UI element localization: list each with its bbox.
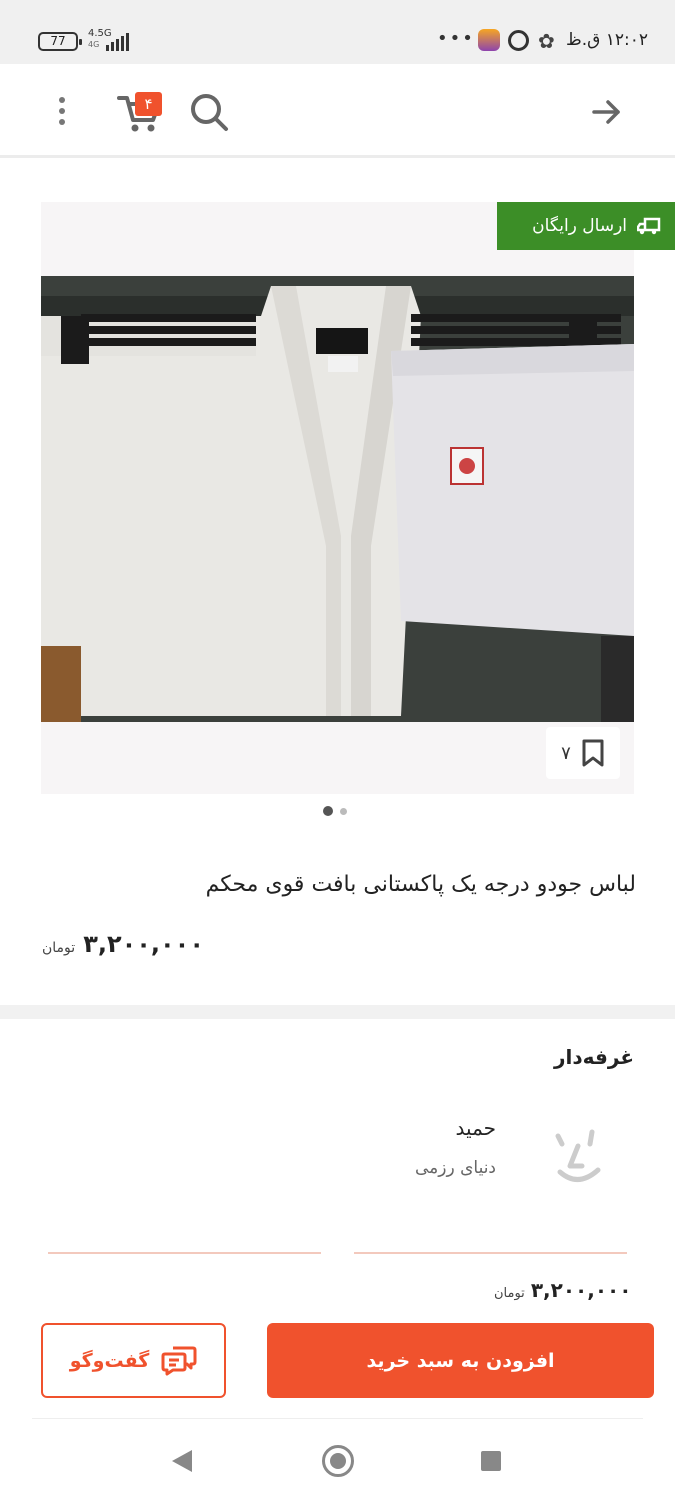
gallery-dot[interactable]	[340, 807, 347, 815]
price-currency: تومان	[42, 940, 76, 956]
nav-back-icon[interactable]	[172, 1450, 192, 1472]
nav-recents-icon[interactable]	[481, 1451, 501, 1471]
more-vert-icon[interactable]	[50, 94, 74, 130]
add-to-cart-label: افزودن به سبد خرید	[366, 1349, 555, 1372]
bookmark-icon	[582, 739, 604, 767]
product-image[interactable]	[41, 276, 634, 722]
status-bar: 77 4.5G 4G ••• ✿ ۱۲:۰۲ ق.ظ	[0, 0, 675, 64]
gallery-dot-active[interactable]	[323, 806, 333, 816]
bookmark-count: ۷	[561, 742, 571, 764]
tab-underline-left	[48, 1252, 321, 1254]
section-divider	[0, 1005, 675, 1019]
seller-avatar-icon[interactable]	[552, 1126, 604, 1188]
bottom-price: ۳,۲۰۰,۰۰۰ تومان	[494, 1278, 631, 1302]
app-bar	[0, 64, 675, 158]
tab-underline-right	[354, 1252, 627, 1254]
product-price: ۳,۲۰۰,۰۰۰ تومان	[42, 930, 204, 958]
bottom-divider	[32, 1418, 643, 1419]
seller-section-title: غرفه‌دار	[554, 1045, 634, 1069]
price-value: ۳,۲۰۰,۰۰۰	[83, 930, 204, 958]
add-to-cart-button[interactable]: افزودن به سبد خرید	[267, 1323, 654, 1398]
app-notification-icon	[478, 29, 500, 51]
chat-label: گفت‌وگو	[69, 1349, 150, 1372]
battery-level: 77	[50, 34, 66, 48]
free-shipping-label: ارسال رایگان	[532, 216, 627, 236]
product-gallery[interactable]	[41, 202, 634, 794]
chat-button[interactable]: گفت‌وگو	[41, 1323, 226, 1398]
seller-name[interactable]: حمید	[300, 1116, 496, 1140]
gallery-pagination	[323, 806, 347, 816]
seller-shop-name[interactable]: دنیای رزمی	[300, 1158, 496, 1178]
cart-count-badge: ۴	[135, 92, 162, 116]
product-title: لباس جودو درجه یک پاکستانی بافت قوی محکم	[205, 872, 636, 897]
sync-icon	[508, 30, 529, 51]
arrow-forward-icon[interactable]	[588, 94, 624, 130]
status-overflow: •••	[437, 28, 475, 49]
truck-icon	[637, 217, 661, 235]
bottom-price-value: ۳,۲۰۰,۰۰۰	[530, 1278, 632, 1302]
chat-icon	[161, 1346, 197, 1375]
flower-icon: ✿	[538, 29, 555, 53]
free-shipping-badge: ارسال رایگان	[497, 202, 675, 250]
nav-home-icon[interactable]	[322, 1445, 354, 1477]
search-icon[interactable]	[188, 91, 230, 133]
system-nav-bar	[0, 1420, 675, 1500]
bookmark-button[interactable]: ۷	[546, 727, 620, 779]
bottom-price-currency: تومان	[494, 1286, 525, 1301]
signal-icon	[106, 31, 129, 51]
battery-icon: 77	[38, 32, 82, 51]
status-time: ۱۲:۰۲ ق.ظ	[566, 30, 648, 50]
